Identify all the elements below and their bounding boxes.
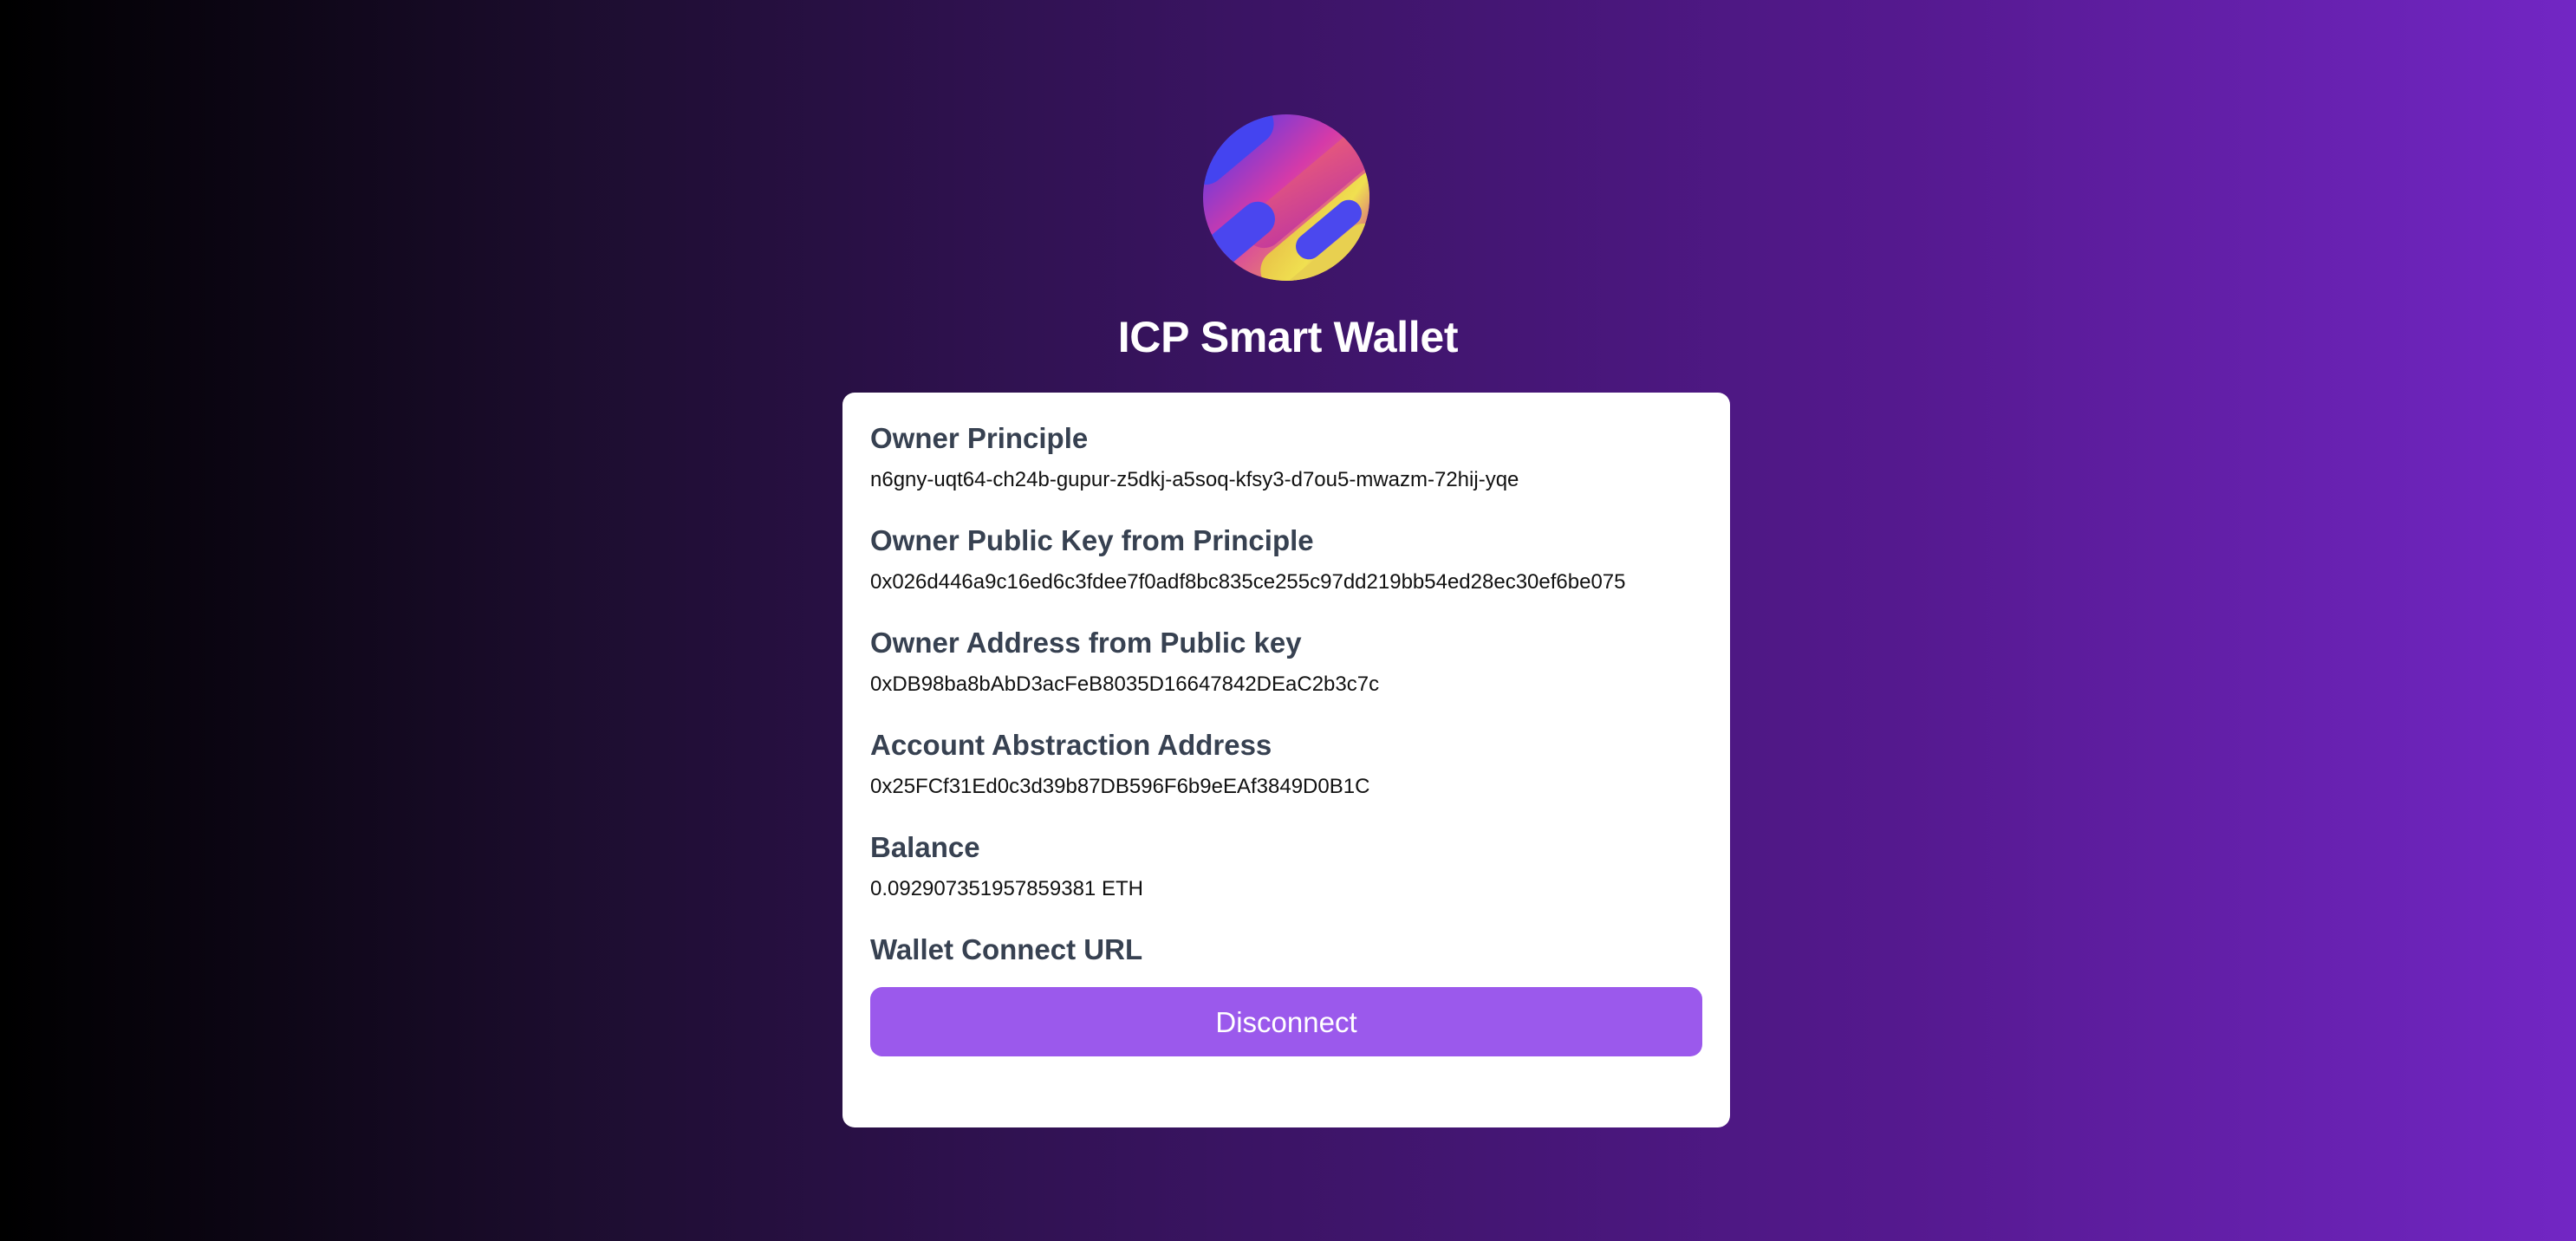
account-abstraction-section: Account Abstraction Address 0x25FCf31Ed0… bbox=[870, 727, 1702, 800]
wallet-info-card: Owner Principle n6gny-uqt64-ch24b-gupur-… bbox=[842, 393, 1730, 1127]
wallet-connect-label: Wallet Connect URL bbox=[870, 933, 1143, 965]
app-logo bbox=[1203, 114, 1369, 281]
account-abstraction-label: Account Abstraction Address bbox=[870, 729, 1272, 761]
owner-principle-label: Owner Principle bbox=[870, 422, 1089, 454]
owner-address-label: Owner Address from Public key bbox=[870, 627, 1302, 659]
owner-address-value: 0xDB98ba8bAbD3acFeB8035D16647842DEaC2b3c… bbox=[870, 672, 1380, 696]
owner-principle-section: Owner Principle n6gny-uqt64-ch24b-gupur-… bbox=[870, 420, 1702, 493]
balance-section: Balance 0.092907351957859381 ETH bbox=[870, 829, 1702, 902]
icp-gradient-logo-icon bbox=[1203, 114, 1369, 281]
balance-label: Balance bbox=[870, 831, 980, 863]
account-abstraction-value: 0x25FCf31Ed0c3d39b87DB596F6b9eEAf3849D0B… bbox=[870, 775, 1370, 798]
owner-principle-value: n6gny-uqt64-ch24b-gupur-z5dkj-a5soq-kfsy… bbox=[870, 468, 1519, 491]
app-title: ICP Smart Wallet bbox=[1117, 313, 1459, 361]
balance-value: 0.092907351957859381 ETH bbox=[870, 877, 1143, 900]
owner-public-key-label: Owner Public Key from Principle bbox=[870, 524, 1314, 556]
wallet-connect-section: Wallet Connect URL bbox=[870, 932, 1702, 968]
owner-address-section: Owner Address from Public key 0xDB98ba8b… bbox=[870, 625, 1702, 698]
owner-public-key-section: Owner Public Key from Principle 0x026d44… bbox=[870, 523, 1702, 595]
owner-public-key-value: 0x026d446a9c16ed6c3fdee7f0adf8bc835ce255… bbox=[870, 570, 1626, 594]
disconnect-button[interactable]: Disconnect bbox=[870, 987, 1702, 1056]
